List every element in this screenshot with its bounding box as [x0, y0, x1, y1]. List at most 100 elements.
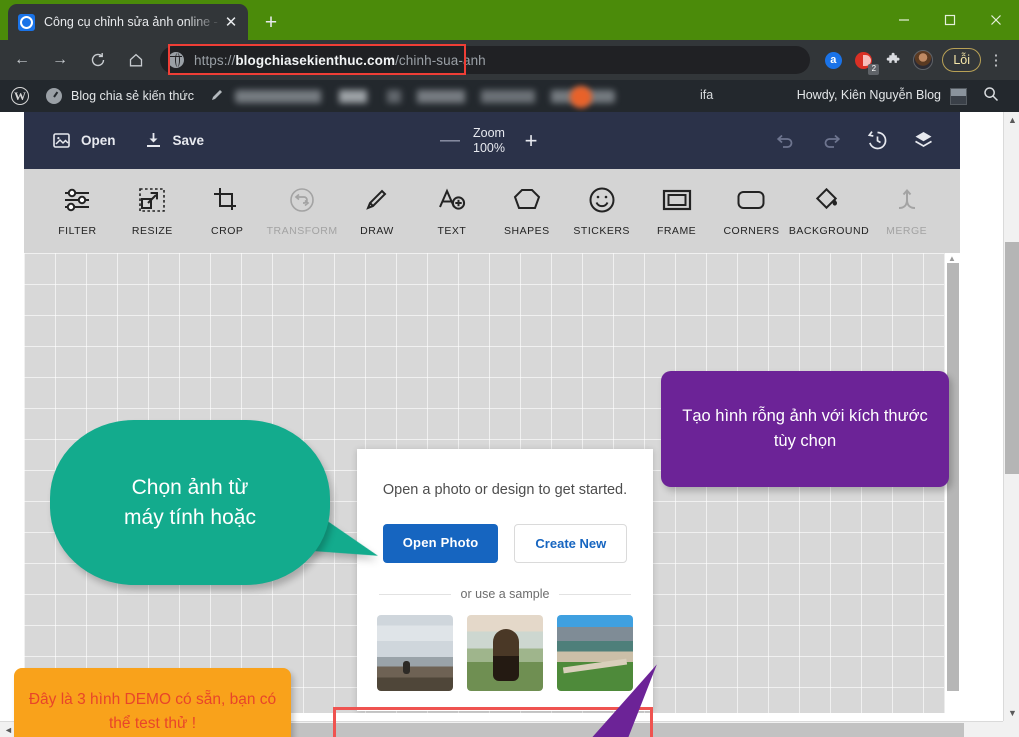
resize-icon	[138, 181, 166, 219]
tool-label: STICKERS	[573, 225, 630, 237]
wp-howdy-label[interactable]: Howdy, Kiên Nguyễn Blog	[797, 88, 941, 102]
profile-avatar[interactable]	[908, 45, 938, 75]
maximize-icon[interactable]	[927, 0, 973, 40]
reload-icon[interactable]	[82, 44, 114, 76]
browser-window: Công cụ chỉnh sửa ảnh online - E ✕ + ← →	[0, 0, 1019, 737]
tool-label: FILTER	[58, 225, 97, 237]
wp-blurred-orange-dot	[570, 86, 592, 108]
open-photo-button[interactable]: Open Photo	[382, 524, 499, 563]
dashboard-gauge-icon[interactable]	[46, 88, 62, 104]
tab-favicon-icon	[18, 13, 35, 31]
sample-alpine-lake[interactable]	[557, 615, 633, 691]
page-scroll-down-arrow-icon[interactable]: ▼	[1008, 708, 1017, 718]
browser-tab[interactable]: Công cụ chỉnh sửa ảnh online - E ✕	[8, 4, 248, 40]
sample-woman-field[interactable]	[467, 615, 543, 691]
undo-icon[interactable]	[762, 112, 808, 169]
azure-extension-icon[interactable]: a	[818, 45, 848, 75]
notification-extension-icon[interactable]: 2	[848, 45, 880, 75]
tool-label: BACKGROUND	[788, 225, 870, 237]
frame-icon	[662, 181, 692, 219]
redo-icon[interactable]	[808, 112, 854, 169]
paint-bucket-icon	[815, 181, 843, 219]
page-scroll-left-arrow-icon[interactable]: ◄	[4, 725, 13, 735]
tool-frame[interactable]: FRAME	[639, 181, 714, 237]
polygon-icon	[513, 181, 541, 219]
tool-label: FRAME	[656, 225, 697, 237]
wp-site-name[interactable]: Blog chia sẻ kiến thức	[71, 89, 194, 103]
sliders-icon	[62, 181, 92, 219]
wp-search-icon[interactable]	[983, 86, 999, 106]
navigation-bar: ← → https://blogchiasekienthuc.com/chinh…	[0, 40, 1019, 80]
crop-icon	[213, 181, 241, 219]
history-icon[interactable]	[854, 112, 900, 169]
merge-arrow-icon	[893, 181, 921, 219]
layers-icon[interactable]	[900, 112, 946, 169]
open-button[interactable]: Open	[52, 131, 116, 150]
tool-stickers[interactable]: STICKERS	[564, 181, 639, 237]
editor-tool-strip: FILTER RESIZE CROP TRANSFORM DRAW TEXT S…	[24, 169, 960, 253]
back-icon[interactable]: ←	[6, 44, 38, 76]
home-icon[interactable]	[120, 44, 152, 76]
minimize-icon[interactable]	[881, 0, 927, 40]
edit-pencil-icon[interactable]	[210, 87, 225, 105]
get-started-dialog: Open a photo or design to get started. O…	[357, 449, 653, 711]
scrollbar-corner	[1003, 721, 1019, 737]
tool-shapes[interactable]: SHAPES	[489, 181, 564, 237]
wordpress-logo-icon[interactable]: W	[8, 87, 32, 105]
window-controls	[881, 0, 1019, 40]
wp-user-avatar[interactable]	[950, 88, 967, 105]
page-scroll-up-arrow-icon[interactable]: ▲	[1008, 115, 1017, 125]
zoom-readout: Zoom 100%	[464, 126, 514, 156]
address-bar[interactable]: https://blogchiasekienthuc.com/chinh-sua…	[160, 46, 811, 74]
close-window-icon[interactable]	[973, 0, 1019, 40]
page-body: Open Save — Zoom 100% + FILTER RESIZE CR…	[0, 112, 1019, 737]
title-bar: Công cụ chỉnh sửa ảnh online - E ✕ +	[0, 0, 1019, 40]
wp-fragment-text: ifa	[700, 88, 714, 102]
tool-label: TRANSFORM	[266, 225, 338, 237]
sample-clouds-mountain[interactable]	[377, 615, 453, 691]
save-button[interactable]: Save	[144, 131, 205, 150]
tool-resize[interactable]: RESIZE	[115, 181, 190, 237]
tool-transform[interactable]: TRANSFORM	[265, 181, 340, 237]
browser-vertical-scrollbar[interactable]: ▲ ▼	[1003, 112, 1019, 721]
tool-merge[interactable]: MERGE	[869, 181, 944, 237]
tool-filter[interactable]: FILTER	[40, 181, 115, 237]
tool-corners[interactable]: CORNERS	[714, 181, 789, 237]
new-tab-button[interactable]: +	[258, 10, 284, 36]
pencil-icon	[363, 181, 391, 219]
editor-top-right-actions	[762, 112, 946, 169]
globe-icon	[168, 52, 184, 68]
tool-label: SHAPES	[503, 225, 550, 237]
tool-label: TEXT	[437, 225, 467, 237]
zoom-in-button[interactable]: +	[514, 128, 548, 154]
tool-draw[interactable]: DRAW	[340, 181, 415, 237]
editor-toolbar-top: Open Save — Zoom 100% +	[24, 112, 960, 169]
separator-line-left	[379, 593, 451, 595]
callout-green-text: Chọn ảnh từ máy tính hoặc	[124, 475, 256, 529]
zoom-value: 100%	[473, 140, 505, 155]
sample-separator: or use a sample	[379, 587, 631, 601]
url-text: https://blogchiasekienthuc.com/chinh-sua…	[194, 52, 486, 68]
close-tab-icon[interactable]: ✕	[222, 13, 240, 31]
wp-blurred-menu-items	[235, 89, 616, 103]
transform-icon	[288, 181, 316, 219]
dialog-title: Open a photo or design to get started.	[382, 482, 628, 498]
scroll-up-arrow-icon[interactable]: ▲	[948, 254, 956, 263]
puzzle-icon[interactable]	[878, 45, 908, 75]
tool-crop[interactable]: CROP	[190, 181, 265, 237]
omnibox-icons: a 2 Lỗi ⋮	[818, 45, 1019, 75]
callout-green: Chọn ảnh từ máy tính hoặc	[50, 420, 330, 585]
zoom-label: Zoom	[473, 125, 505, 140]
tool-text[interactable]: TEXT	[414, 181, 489, 237]
callout-orange: Đây là 3 hình DEMO có sẵn, bạn có thể te…	[14, 668, 291, 737]
loi-status-pill[interactable]: Lỗi	[942, 48, 981, 72]
chrome-menu-icon[interactable]: ⋮	[981, 45, 1011, 75]
zoom-out-button[interactable]: —	[436, 129, 464, 152]
tool-background[interactable]: BACKGROUND	[789, 181, 869, 237]
browser-vscroll-thumb[interactable]	[1005, 242, 1019, 474]
save-label: Save	[172, 133, 205, 148]
create-new-button[interactable]: Create New	[514, 524, 628, 563]
tab-title: Công cụ chỉnh sửa ảnh online - E	[44, 15, 222, 29]
tool-label: CROP	[211, 225, 244, 237]
forward-icon[interactable]: →	[44, 44, 76, 76]
